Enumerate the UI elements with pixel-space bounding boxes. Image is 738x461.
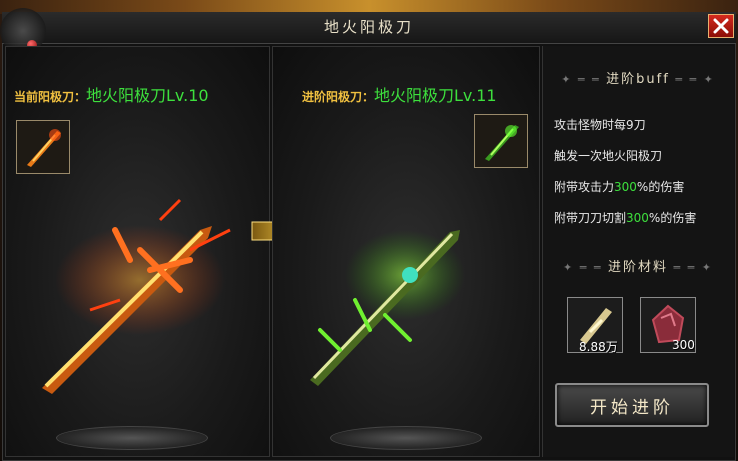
- window-title: 地火阳极刀: [323, 18, 414, 36]
- material-count-gem: 300: [672, 338, 695, 352]
- buff-line-4-after: %的伤害: [648, 211, 697, 225]
- fire-sword-icon: [27, 129, 61, 167]
- fire-sword-image: [42, 198, 231, 394]
- start-upgrade-button[interactable]: 开始进阶: [555, 383, 709, 427]
- current-weapon-name: 地火阳极刀Lv.10: [86, 86, 209, 105]
- buff-header-text: 进阶buff: [606, 72, 670, 87]
- buff-header: ✦ ═ ═ 进阶buff ═ ═ ✦: [561, 72, 715, 87]
- close-button[interactable]: [708, 14, 734, 38]
- buff-line-4-value: 300: [626, 211, 649, 225]
- buff-line-4: 附带刀刀切割300%的伤害: [554, 209, 696, 226]
- buff-line-4-before: 附带刀刀切割: [554, 211, 627, 225]
- buff-line-3: 附带攻击力300%的伤害: [554, 178, 684, 195]
- materials-header: ✦ ═ ═ 进阶材料 ═ ═ ✦: [563, 260, 713, 275]
- buff-line-3-value: 300: [614, 180, 637, 194]
- next-weapon-label: 进阶阳极刀：地火阳极刀Lv.11: [302, 82, 497, 106]
- upgrade-window: 地火阳极刀 当前阳极刀：地火阳极刀Lv.10 进阶阳极刀：地火阳极刀Lv.11 …: [0, 0, 738, 461]
- current-weapon-slot[interactable]: [16, 120, 70, 174]
- jade-sword-icon: [485, 125, 519, 161]
- buff-line-3-after: %的伤害: [636, 180, 685, 194]
- left-pedestal: [56, 426, 208, 450]
- jade-sword-image: [310, 230, 465, 386]
- buff-line-3-before: 附带攻击力: [554, 180, 615, 194]
- current-weapon-label: 当前阳极刀：地火阳极刀Lv.10: [14, 82, 209, 106]
- next-weapon-slot[interactable]: [474, 114, 528, 168]
- current-prefix: 当前阳极刀：: [14, 90, 87, 104]
- next-weapon-name: 地火阳极刀Lv.11: [374, 86, 497, 105]
- material-count-gold: 8.88万: [579, 340, 618, 354]
- buff-line-1: 攻击怪物时每9刀: [554, 118, 646, 132]
- buff-line-2: 触发一次地火阳极刀: [554, 149, 663, 163]
- materials-header-text: 进阶材料: [607, 260, 668, 275]
- close-icon: [713, 18, 729, 34]
- next-prefix: 进阶阳极刀：: [302, 90, 375, 104]
- right-pedestal: [330, 426, 482, 450]
